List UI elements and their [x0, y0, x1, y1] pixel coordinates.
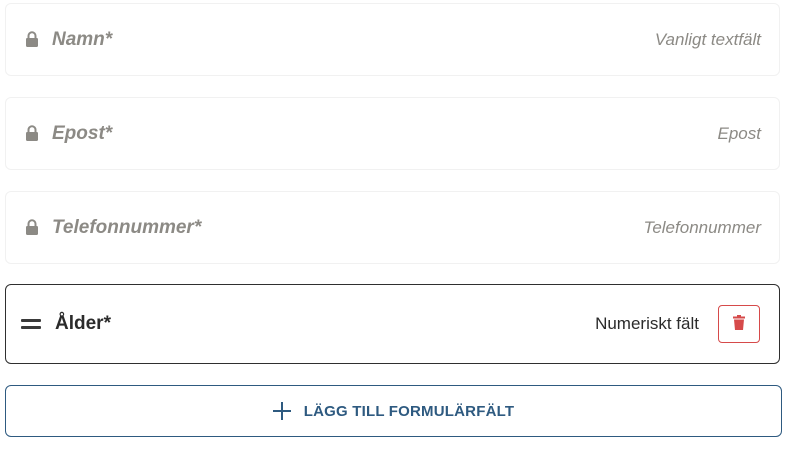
plus-icon — [272, 402, 291, 420]
lock-icon — [23, 31, 41, 49]
drag-handle-icon[interactable] — [21, 318, 41, 330]
trash-icon — [733, 315, 745, 333]
field-type: Vanligt textfält — [654, 29, 761, 49]
field-row-telefonnummer: Telefonnummer* Telefonnummer — [5, 191, 780, 264]
form-fields-editor: Namn* Vanligt textfält Epost* Epost Tele… — [0, 0, 792, 451]
field-type: Numeriskt fält — [595, 314, 699, 333]
lock-icon — [23, 125, 41, 143]
field-type: Epost — [717, 123, 761, 143]
field-label: Epost* — [52, 122, 113, 144]
field-row-namn: Namn* Vanligt textfält — [5, 3, 780, 76]
field-row-alder[interactable]: Ålder* Numeriskt fält — [5, 284, 780, 364]
field-type: Telefonnummer — [643, 217, 762, 237]
field-label: Ålder* — [55, 313, 111, 334]
add-form-field-label: LÄGG TILL FORMULÄRFÄLT — [303, 402, 515, 420]
add-form-field-button[interactable]: LÄGG TILL FORMULÄRFÄLT — [5, 385, 782, 437]
lock-icon — [23, 219, 41, 237]
delete-field-button[interactable] — [718, 305, 760, 343]
field-row-epost: Epost* Epost — [5, 97, 780, 170]
field-label: Telefonnummer* — [52, 216, 202, 238]
field-label: Namn* — [52, 28, 113, 50]
